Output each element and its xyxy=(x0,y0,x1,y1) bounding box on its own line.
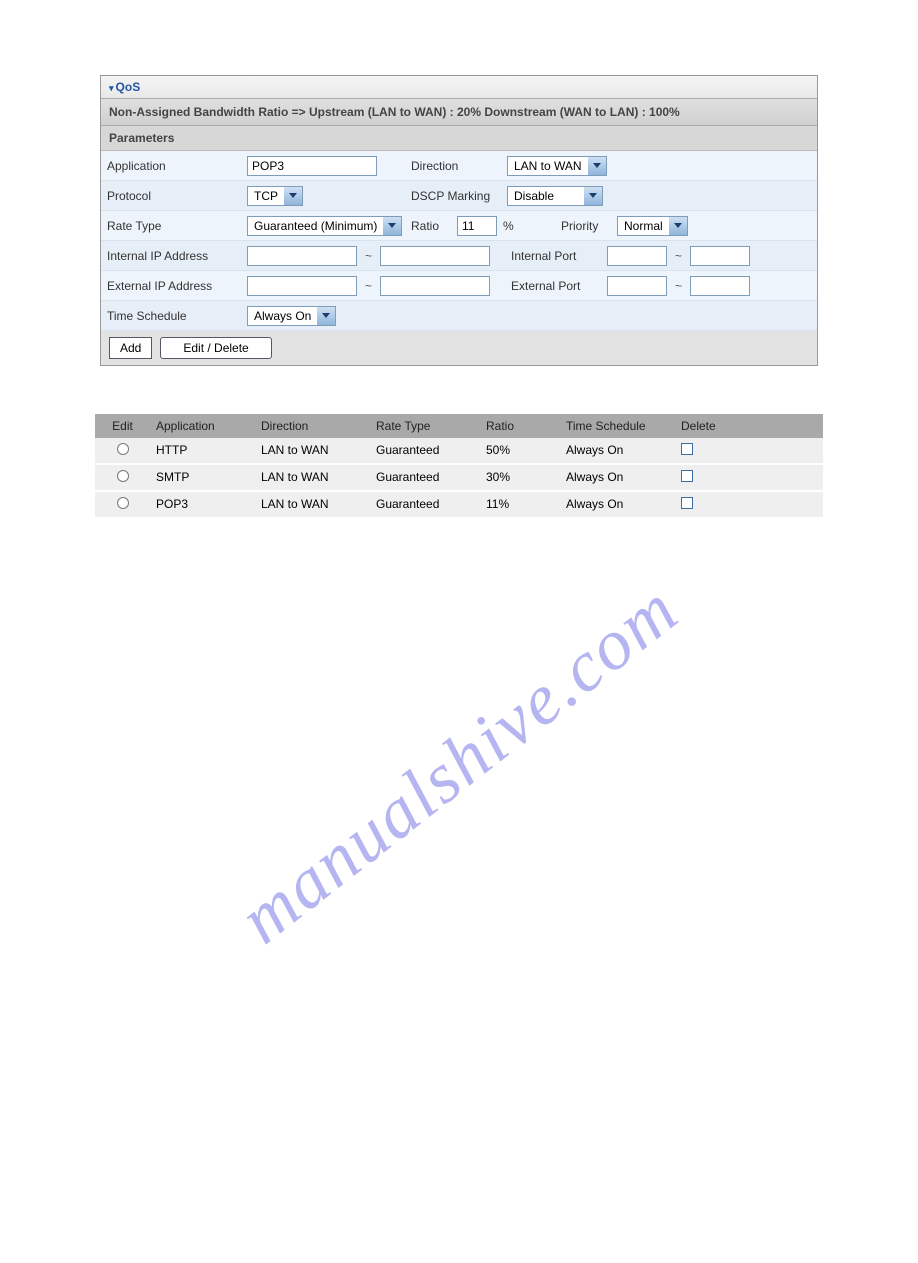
edit-radio[interactable] xyxy=(117,470,129,482)
protocol-label: Protocol xyxy=(107,189,247,203)
external-ip-label: External IP Address xyxy=(107,279,247,293)
watermark: manualshive.com xyxy=(224,568,694,961)
rate-type-select[interactable]: Guaranteed (Minimum) xyxy=(247,216,402,236)
dscp-value: Disable xyxy=(508,189,584,203)
col-direction: Direction xyxy=(255,414,370,438)
cell-application: POP3 xyxy=(150,492,255,517)
cell-application: SMTP xyxy=(150,465,255,490)
chevron-down-icon xyxy=(584,187,602,205)
internal-ip-label: Internal IP Address xyxy=(107,249,247,263)
col-delete: Delete xyxy=(675,414,735,438)
internal-port-label: Internal Port xyxy=(507,249,607,263)
chevron-down-icon xyxy=(284,187,302,205)
priority-select[interactable]: Normal xyxy=(617,216,688,236)
chevron-down-icon xyxy=(317,307,335,325)
dscp-label: DSCP Marking xyxy=(407,189,507,203)
col-edit: Edit xyxy=(95,414,150,438)
internal-ip-from-input[interactable] xyxy=(247,246,357,266)
chevron-down-icon xyxy=(669,217,687,235)
rate-type-label: Rate Type xyxy=(107,219,247,233)
cell-rate-type: Guaranteed xyxy=(370,465,480,490)
col-application: Application xyxy=(150,414,255,438)
delete-checkbox[interactable] xyxy=(681,443,693,455)
chevron-down-icon xyxy=(588,157,606,175)
application-input[interactable] xyxy=(247,156,377,176)
range-separator: ~ xyxy=(361,279,376,293)
cell-rate-type: Guaranteed xyxy=(370,438,480,463)
cell-time-schedule: Always On xyxy=(560,492,675,517)
cell-application: HTTP xyxy=(150,438,255,463)
external-ip-to-input[interactable] xyxy=(380,276,490,296)
cell-ratio: 30% xyxy=(480,465,560,490)
cell-direction: LAN to WAN xyxy=(255,492,370,517)
direction-label: Direction xyxy=(407,159,507,173)
parameters-header: Parameters xyxy=(101,126,817,151)
internal-port-to-input[interactable] xyxy=(690,246,750,266)
range-separator: ~ xyxy=(671,279,686,293)
ratio-label: Ratio xyxy=(407,219,457,233)
external-port-from-input[interactable] xyxy=(607,276,667,296)
time-schedule-label: Time Schedule xyxy=(107,309,247,323)
panel-title[interactable]: QoS xyxy=(101,76,817,99)
delete-checkbox[interactable] xyxy=(681,497,693,509)
rate-type-value: Guaranteed (Minimum) xyxy=(248,219,383,233)
bandwidth-banner: Non-Assigned Bandwidth Ratio => Upstream… xyxy=(101,99,817,126)
cell-rate-type: Guaranteed xyxy=(370,492,480,517)
external-port-label: External Port xyxy=(507,279,607,293)
edit-radio[interactable] xyxy=(117,497,129,509)
external-port-to-input[interactable] xyxy=(690,276,750,296)
priority-value: Normal xyxy=(618,219,669,233)
button-row: Add Edit / Delete xyxy=(101,331,817,365)
delete-checkbox[interactable] xyxy=(681,470,693,482)
time-schedule-select[interactable]: Always On xyxy=(247,306,336,326)
ratio-unit: % xyxy=(501,219,514,233)
rules-table: Edit Application Direction Rate Type Rat… xyxy=(95,414,823,519)
protocol-value: TCP xyxy=(248,189,284,203)
table-row: HTTP LAN to WAN Guaranteed 50% Always On xyxy=(95,438,823,465)
col-ratio: Ratio xyxy=(480,414,560,438)
edit-radio[interactable] xyxy=(117,443,129,455)
application-label: Application xyxy=(107,159,247,173)
cell-direction: LAN to WAN xyxy=(255,465,370,490)
direction-value: LAN to WAN xyxy=(508,159,588,173)
internal-ip-to-input[interactable] xyxy=(380,246,490,266)
form-area: Application Direction LAN to WAN Protoco… xyxy=(101,151,817,331)
cell-direction: LAN to WAN xyxy=(255,438,370,463)
table-row: POP3 LAN to WAN Guaranteed 11% Always On xyxy=(95,492,823,519)
table-header: Edit Application Direction Rate Type Rat… xyxy=(95,414,823,438)
qos-panel: QoS Non-Assigned Bandwidth Ratio => Upst… xyxy=(100,75,818,366)
ratio-input[interactable] xyxy=(457,216,497,236)
col-time-schedule: Time Schedule xyxy=(560,414,675,438)
chevron-down-icon xyxy=(383,217,401,235)
time-schedule-value: Always On xyxy=(248,309,317,323)
cell-ratio: 11% xyxy=(480,492,560,517)
internal-port-from-input[interactable] xyxy=(607,246,667,266)
add-button[interactable]: Add xyxy=(109,337,152,359)
edit-delete-button[interactable]: Edit / Delete xyxy=(160,337,271,359)
priority-label: Priority xyxy=(557,219,617,233)
dscp-select[interactable]: Disable xyxy=(507,186,603,206)
direction-select[interactable]: LAN to WAN xyxy=(507,156,607,176)
table-row: SMTP LAN to WAN Guaranteed 30% Always On xyxy=(95,465,823,492)
cell-ratio: 50% xyxy=(480,438,560,463)
cell-time-schedule: Always On xyxy=(560,465,675,490)
range-separator: ~ xyxy=(671,249,686,263)
col-rate-type: Rate Type xyxy=(370,414,480,438)
protocol-select[interactable]: TCP xyxy=(247,186,303,206)
range-separator: ~ xyxy=(361,249,376,263)
cell-time-schedule: Always On xyxy=(560,438,675,463)
external-ip-from-input[interactable] xyxy=(247,276,357,296)
